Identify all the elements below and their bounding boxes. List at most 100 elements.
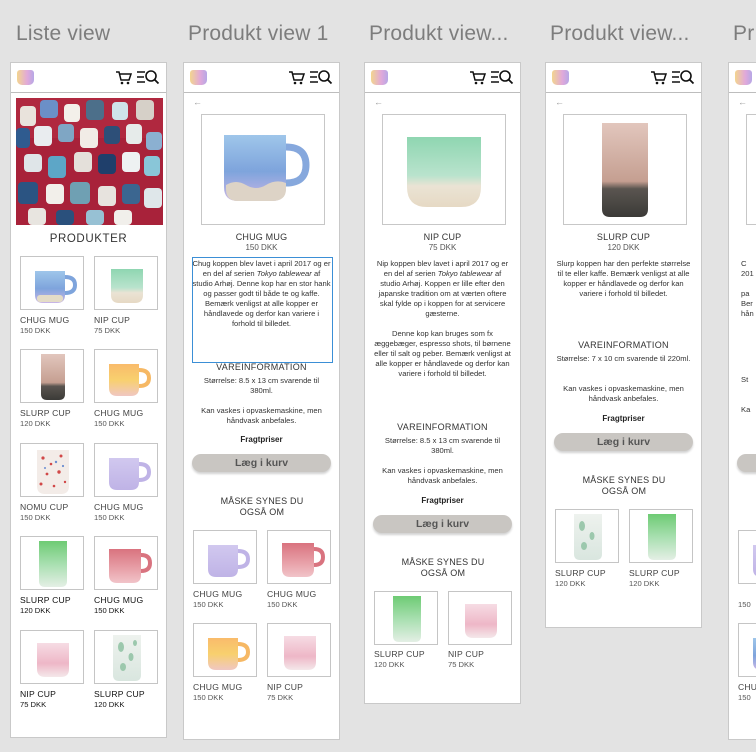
product-price: 75 DKK (428, 243, 457, 252)
mug-logo[interactable] (371, 70, 388, 85)
related-heading: MÅSKE SYNES DU OGSÅ OM (401, 557, 485, 578)
related-item-price: 75 DKK (448, 660, 475, 669)
related-item-name[interactable]: SLURP CUP (555, 568, 606, 578)
list-item-image[interactable] (94, 536, 158, 590)
back-arrow-icon[interactable]: ← (738, 97, 747, 107)
related-item-name[interactable]: SLURP CUP (374, 649, 425, 659)
list-item-name[interactable]: SLURP CUP (94, 689, 145, 699)
list-item-name[interactable]: SLURP CUP (20, 595, 71, 605)
list-item-price: 150 DKK (94, 606, 125, 615)
product-description: Nip koppen blev lavet i april 2017 og er… (373, 259, 512, 389)
list-item-name[interactable]: NIP CUP (94, 315, 130, 325)
related-item-price: 120 DKK (629, 579, 660, 588)
related-heading: MÅSKE SYNES DU OGSÅ OM (582, 475, 666, 496)
back-arrow-icon[interactable]: ← (374, 97, 383, 107)
related-item-name[interactable]: CHUG MUG (193, 589, 242, 599)
list-item-image[interactable] (94, 349, 158, 403)
produkt-view-3-frame: ← SLURP CUP 120 DKK Slurp koppen har den… (545, 62, 702, 628)
list-item-name[interactable]: CHUG MUG (94, 408, 143, 418)
cart-icon[interactable] (650, 70, 667, 85)
list-heading: PRODUKTER (49, 233, 128, 245)
product-image (201, 114, 325, 225)
related-item-image[interactable] (193, 623, 257, 677)
mug-logo[interactable] (190, 70, 207, 85)
list-item-price: 150 DKK (20, 326, 51, 335)
desc-series: Tokyo tablewear (437, 269, 493, 278)
add-to-cart-button[interactable] (737, 454, 756, 472)
list-item-price: 120 DKK (20, 419, 51, 428)
related-item-image[interactable] (555, 509, 619, 563)
related-item-image[interactable] (738, 530, 756, 584)
list-item-name[interactable]: SLURP CUP (20, 408, 71, 418)
cart-icon[interactable] (288, 70, 305, 85)
list-item-name[interactable]: CHUG MUG (20, 315, 69, 325)
list-item-price: 75 DKK (20, 700, 47, 709)
list-item-image[interactable] (94, 443, 158, 497)
related-item-price: 75 DKK (267, 693, 294, 702)
related-item-name[interactable]: NIP CUP (448, 649, 484, 659)
related-item-price: 150 (738, 693, 751, 702)
mug-logo[interactable] (552, 70, 569, 85)
vareinfo-title: VAREINFORMATION (216, 362, 307, 372)
back-arrow-icon[interactable]: ← (555, 97, 564, 107)
desc-text-2: Denne kop kan bruges som fx æggebæger, e… (374, 329, 511, 378)
product-title: NIP CUP (423, 232, 462, 242)
menu-search-icon[interactable] (309, 69, 333, 85)
list-item-name[interactable]: CHUG MUG (94, 595, 143, 605)
frame-title-liste: Liste view (16, 22, 111, 45)
cart-icon[interactable] (115, 70, 132, 85)
related-item-name[interactable]: NIP CUP (267, 682, 303, 692)
list-item-price: 120 DKK (20, 606, 51, 615)
mug-logo[interactable] (17, 70, 34, 85)
menu-search-icon[interactable] (490, 69, 514, 85)
product-image (563, 114, 687, 225)
list-item-name[interactable]: CHUG MUG (94, 502, 143, 512)
freight-link[interactable]: Fragtpriser (184, 435, 339, 444)
wash-info: Kan vaskes i opvaskemaskine, men håndvas… (201, 406, 322, 425)
app-bar (729, 63, 756, 93)
menu-search-icon[interactable] (136, 69, 160, 85)
related-item-image[interactable] (448, 591, 512, 645)
freight-link[interactable]: Fragtpriser (546, 414, 701, 423)
product-price: 120 DKK (607, 243, 640, 252)
related-item-image[interactable] (629, 509, 693, 563)
list-item-image[interactable] (20, 349, 84, 403)
related-item-name[interactable]: CHUG MUG (193, 682, 242, 692)
freight-link[interactable]: Fragtpriser (365, 496, 520, 505)
related-item-image[interactable] (374, 591, 438, 645)
related-item-image[interactable] (267, 623, 331, 677)
related-item-name[interactable]: SLURP CUP (629, 568, 680, 578)
list-item-name[interactable]: NIP CUP (20, 689, 56, 699)
add-to-cart-button[interactable]: Læg i kurv (373, 515, 512, 533)
list-item-image[interactable] (94, 630, 158, 684)
produkt-view-2-frame: ← NIP CUP 75 DKK Nip koppen blev lavet i… (364, 62, 521, 704)
related-item-image[interactable] (738, 623, 756, 677)
cart-icon[interactable] (469, 70, 486, 85)
menu-search-icon[interactable] (671, 69, 695, 85)
related-item-price: 150 DKK (193, 693, 224, 702)
partial-wash-text: Ka (741, 405, 751, 414)
add-to-cart-button[interactable]: Læg i kurv (554, 433, 693, 451)
related-item-image[interactable] (267, 530, 331, 584)
list-item-image[interactable] (20, 630, 84, 684)
list-item-price: 150 DKK (20, 513, 51, 522)
mug-logo[interactable] (735, 70, 752, 85)
related-item-price: 150 DKK (193, 600, 224, 609)
list-item-image[interactable] (20, 256, 84, 310)
related-item-name[interactable]: CHU (738, 682, 756, 692)
list-item-image[interactable] (20, 536, 84, 590)
app-bar (11, 63, 166, 93)
back-arrow-icon[interactable]: ← (193, 97, 202, 107)
produkt-view-4-frame-partial: ← C 201 pa Ber hån St Ka 150 CHU 150 (728, 62, 756, 740)
related-item-price: 150 DKK (267, 600, 298, 609)
related-item-name[interactable]: CHUG MUG (267, 589, 316, 599)
list-item-price: 150 DKK (94, 419, 125, 428)
list-item-name[interactable]: NOMU CUP (20, 502, 68, 512)
list-item-image[interactable] (94, 256, 158, 310)
size-info: Størrelse: 8.5 x 13 cm svarende til 380m… (384, 436, 501, 455)
add-to-cart-button[interactable]: Læg i kurv (192, 454, 331, 472)
related-item-price: 120 DKK (374, 660, 405, 669)
related-item-image[interactable] (193, 530, 257, 584)
list-item-image[interactable] (20, 443, 84, 497)
partial-size-text: St (741, 375, 749, 384)
